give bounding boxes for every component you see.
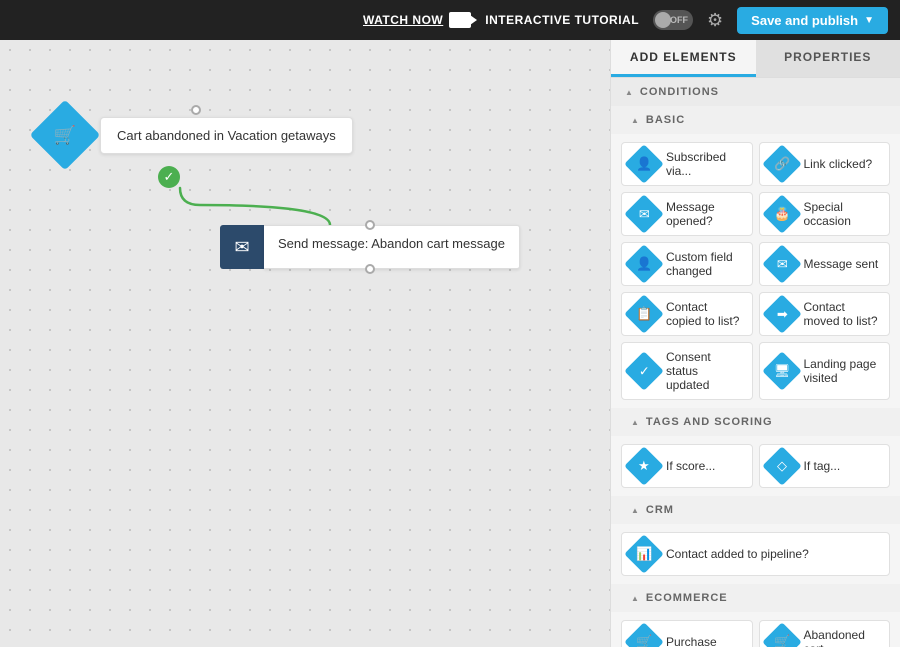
contact-pipeline-icon: 📊 [624,534,664,574]
tab-properties[interactable]: PROPERTIES [756,40,900,77]
toggle-knob [655,12,671,28]
topbar: WATCH NOW INTERACTIVE TUTORIAL OFF ⚙ Sav… [0,0,900,40]
tab-add-elements-label: ADD ELEMENTS [630,50,737,64]
if-tag-icon: ◇ [762,446,802,486]
tags-scoring-elements-grid: ★ If score... ◇ If tag... [611,436,900,496]
basic-label: BASIC [646,114,685,126]
trigger-dot-top [191,105,201,115]
tab-properties-label: PROPERTIES [784,50,871,64]
contact-copied-icon: 📋 [624,294,664,334]
panel-tabs: ADD ELEMENTS PROPERTIES [611,40,900,77]
subscribed-via-icon: 👤 [624,144,664,184]
section-crm[interactable]: ▲ CRM [611,496,900,524]
consent-status-icon: ✓ [624,351,664,391]
conditions-label: CONDITIONS [640,86,719,98]
contact-copied-label: Contact copied to list? [666,300,744,328]
save-publish-button[interactable]: Save and publish ▼ [737,7,888,34]
trigger-diamond-icon: 🛒 [30,100,101,171]
action-label: Send message: Abandon cart message [264,225,520,269]
conditions-chevron-icon: ▲ [625,88,634,97]
tutorial-toggle[interactable]: OFF [653,10,693,30]
element-abandoned-cart[interactable]: 🛒 Abandoned cart [759,620,891,647]
landing-page-label: Landing page visited [804,357,882,385]
if-score-label: If score... [666,459,715,473]
element-message-sent[interactable]: ✉ Message sent [759,242,891,286]
interactive-tutorial-label: INTERACTIVE TUTORIAL [485,13,639,27]
contact-pipeline-label: Contact added to pipeline? [666,547,809,561]
watch-now-label: WATCH NOW [363,13,443,27]
camera-icon [449,12,471,28]
abandoned-cart-label: Abandoned cart [804,628,882,647]
action-icon: ✉ [220,225,264,269]
trigger-label: Cart abandoned in Vacation getaways [117,128,336,143]
ecommerce-elements-grid: 🛒 Purchase 🛒 Abandoned cart 🔗 Visited UR… [611,612,900,647]
contact-moved-label: Contact moved to list? [804,300,882,328]
section-conditions[interactable]: ▲ CONDITIONS [611,77,900,106]
element-purchase[interactable]: 🛒 Purchase [621,620,753,647]
section-basic[interactable]: ▲ BASIC [611,106,900,134]
crm-chevron-icon: ▲ [631,506,640,515]
message-sent-icon: ✉ [762,244,802,284]
save-publish-label: Save and publish [751,13,858,28]
watch-now-button[interactable]: WATCH NOW [363,12,471,28]
message-sent-label: Message sent [804,257,879,271]
landing-page-icon: 🖥 [762,351,802,391]
if-tag-label: If tag... [804,459,841,473]
section-tags-scoring[interactable]: ▲ TAGS AND SCORING [611,408,900,436]
save-publish-arrow-icon: ▼ [864,15,874,26]
element-message-opened[interactable]: ✉ Message opened? [621,192,753,236]
tags-scoring-chevron-icon: ▲ [631,418,640,427]
trigger-label-box: Cart abandoned in Vacation getaways [100,117,353,154]
element-consent-status[interactable]: ✓ Consent status updated [621,342,753,400]
action-label-text: Send message: Abandon cart message [278,236,505,251]
trigger-icon: 🛒 [54,124,76,145]
special-occasion-label: Special occasion [804,200,882,228]
section-ecommerce[interactable]: ▲ ECOMMERCE [611,584,900,612]
purchase-icon: 🛒 [624,622,664,647]
ecommerce-chevron-icon: ▲ [631,594,640,603]
right-panel: ADD ELEMENTS PROPERTIES ▲ CONDITIONS ▲ B… [610,40,900,647]
action-dot-top [365,220,375,230]
element-special-occasion[interactable]: 🎂 Special occasion [759,192,891,236]
purchase-label: Purchase [666,635,717,647]
action-dot-bottom [365,264,375,274]
if-score-icon: ★ [624,446,664,486]
abandoned-cart-icon: 🛒 [762,622,802,647]
message-opened-icon: ✉ [624,194,664,234]
trigger-node[interactable]: 🛒 Cart abandoned in Vacation getaways [40,110,353,160]
subscribed-via-label: Subscribed via... [666,150,744,178]
element-custom-field[interactable]: 👤 Custom field changed [621,242,753,286]
basic-elements-grid: 👤 Subscribed via... 🔗 Link clicked? ✉ Me… [611,134,900,408]
element-if-score[interactable]: ★ If score... [621,444,753,488]
settings-icon[interactable]: ⚙ [707,10,723,31]
element-contact-pipeline[interactable]: 📊 Contact added to pipeline? [621,532,890,576]
link-clicked-icon: 🔗 [762,144,802,184]
element-link-clicked[interactable]: 🔗 Link clicked? [759,142,891,186]
message-opened-label: Message opened? [666,200,744,228]
element-contact-moved[interactable]: ➡ Contact moved to list? [759,292,891,336]
basic-chevron-icon: ▲ [631,116,640,125]
element-landing-page[interactable]: 🖥 Landing page visited [759,342,891,400]
workflow-canvas[interactable]: 🛒 Cart abandoned in Vacation getaways ✓ … [0,40,610,647]
special-occasion-icon: 🎂 [762,194,802,234]
toggle-label: OFF [670,15,688,25]
element-if-tag[interactable]: ◇ If tag... [759,444,891,488]
custom-field-icon: 👤 [624,244,664,284]
tab-add-elements[interactable]: ADD ELEMENTS [611,40,756,77]
crm-label: CRM [646,504,674,516]
action-node[interactable]: ✉ Send message: Abandon cart message [220,225,520,269]
crm-elements-grid: 📊 Contact added to pipeline? [611,524,900,584]
element-contact-copied[interactable]: 📋 Contact copied to list? [621,292,753,336]
link-clicked-label: Link clicked? [804,157,873,171]
tags-scoring-label: TAGS AND SCORING [646,416,773,428]
element-subscribed-via[interactable]: 👤 Subscribed via... [621,142,753,186]
contact-moved-icon: ➡ [762,294,802,334]
ecommerce-label: ECOMMERCE [646,592,728,604]
consent-status-label: Consent status updated [666,350,744,392]
main-content: 🛒 Cart abandoned in Vacation getaways ✓ … [0,40,900,647]
check-badge: ✓ [158,166,180,188]
custom-field-label: Custom field changed [666,250,744,278]
